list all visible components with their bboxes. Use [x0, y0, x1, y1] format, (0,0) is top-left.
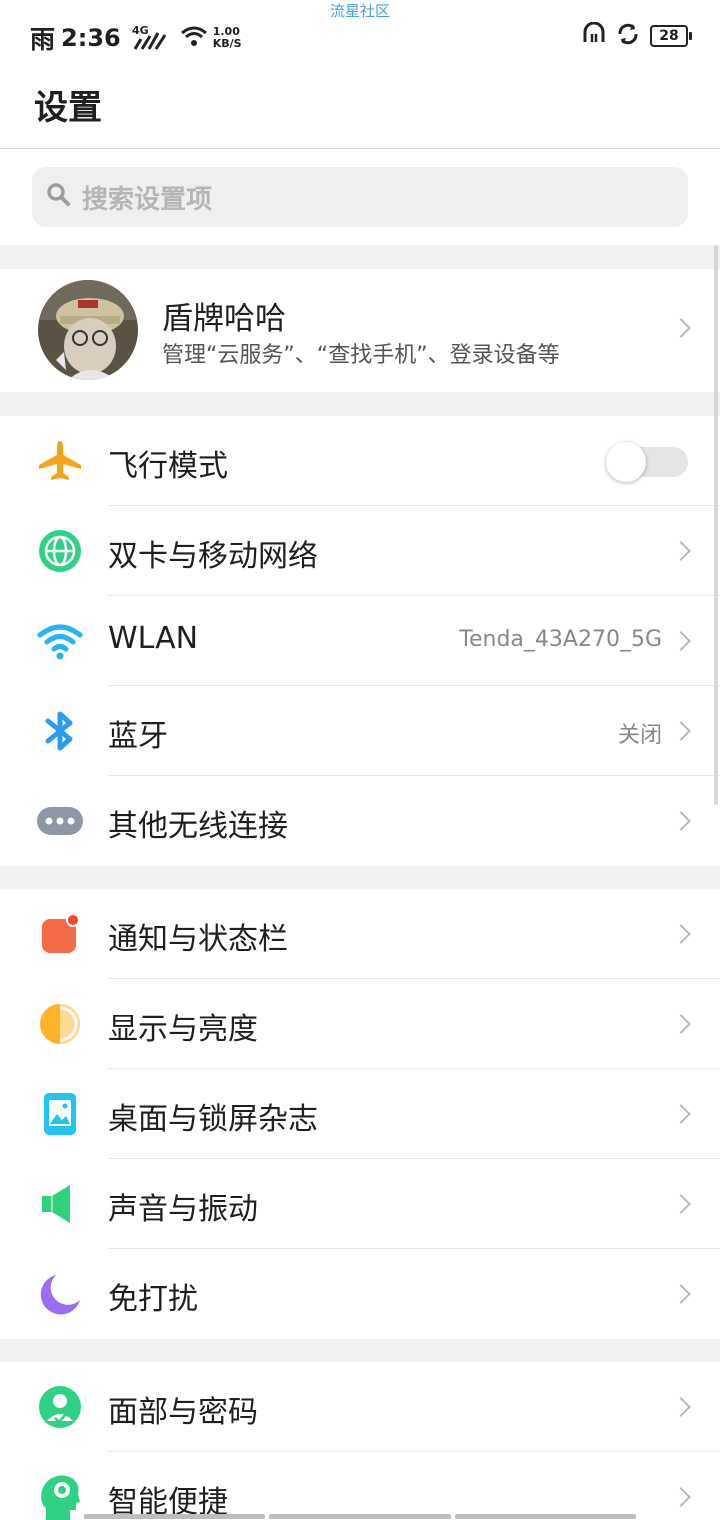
search-input[interactable]: 搜索设置项	[32, 167, 688, 227]
account-name: 盾牌哈哈	[162, 301, 286, 337]
airplane-mode-toggle[interactable]	[606, 442, 688, 482]
setting-do-not-disturb[interactable]: 免打扰	[0, 1249, 720, 1339]
bluetooth-value: 关闭	[617, 723, 662, 748]
airplane-icon	[36, 439, 84, 483]
bluetooth-icon	[36, 709, 84, 753]
wifi-status-icon	[179, 24, 209, 52]
chevron-right-icon	[671, 721, 691, 741]
smart-assist-icon	[36, 1475, 84, 1520]
network-type: 4G	[132, 24, 149, 37]
setting-sound-vibration[interactable]: 声音与振动	[0, 1159, 720, 1249]
setting-display-brightness[interactable]: 显示与亮度	[0, 979, 720, 1069]
wifi-icon	[36, 619, 84, 663]
chevron-right-icon	[671, 318, 691, 338]
setting-notifications[interactable]: 通知与状态栏	[0, 889, 720, 979]
signal-icon: 4G	[131, 23, 171, 53]
clock: 2:36	[61, 24, 121, 52]
chevron-right-icon	[671, 1284, 691, 1304]
notification-icon	[36, 912, 84, 956]
setting-airplane-mode[interactable]: 飞行模式	[0, 416, 720, 506]
brightness-icon	[36, 1002, 84, 1046]
setting-bluetooth[interactable]: 蓝牙 关闭	[0, 686, 720, 776]
account-card[interactable]: 盾牌哈哈 管理“云服务”、“查找手机”、登录设备等	[0, 269, 720, 392]
hd-icon	[582, 21, 606, 50]
search-section: 搜索设置项	[0, 149, 720, 245]
chevron-right-icon	[671, 1397, 691, 1417]
search-icon	[46, 182, 72, 212]
moon-icon	[36, 1272, 84, 1316]
title-bar: 设置	[0, 70, 720, 149]
chevron-right-icon	[671, 1194, 691, 1214]
scrollbar[interactable]	[714, 245, 718, 805]
setting-smart-assist[interactable]: 智能便捷	[0, 1452, 720, 1520]
setting-desktop-lockscreen[interactable]: 桌面与锁屏杂志	[0, 1069, 720, 1159]
page-title: 设置	[34, 88, 102, 128]
chevron-right-icon	[671, 631, 691, 651]
chevron-right-icon	[671, 811, 691, 831]
battery-icon: 28	[650, 25, 692, 47]
chevron-right-icon	[671, 1014, 691, 1034]
face-password-icon	[36, 1385, 84, 1429]
globe-icon	[36, 529, 84, 573]
weather-text: 雨	[30, 25, 56, 54]
search-placeholder: 搜索设置项	[82, 184, 213, 215]
sync-icon	[616, 22, 640, 50]
sound-icon	[36, 1182, 84, 1226]
connectivity-group: 飞行模式 双卡与移动网络 WLAN Tenda_43A270_5G 蓝牙 关闭 …	[0, 416, 720, 866]
chevron-right-icon	[671, 541, 691, 561]
security-group: 面部与密码 智能便捷	[0, 1362, 720, 1520]
display-group: 通知与状态栏 显示与亮度 桌面与锁屏杂志 声音与振动 免打扰	[0, 889, 720, 1339]
avatar[interactable]	[38, 280, 138, 380]
wallpaper-icon	[36, 1092, 84, 1136]
chevron-right-icon	[671, 1487, 691, 1507]
setting-other-wireless[interactable]: 其他无线连接	[0, 776, 720, 866]
setting-wlan[interactable]: WLAN Tenda_43A270_5G	[0, 596, 720, 686]
setting-dual-sim-network[interactable]: 双卡与移动网络	[0, 506, 720, 596]
setting-face-password[interactable]: 面部与密码	[0, 1362, 720, 1452]
account-subtitle: 管理“云服务”、“查找手机”、登录设备等	[162, 343, 560, 368]
wlan-value: Tenda_43A270_5G	[459, 627, 662, 652]
network-speed: 1.00 KB/S	[212, 25, 242, 50]
chevron-right-icon	[671, 1104, 691, 1124]
gesture-bar[interactable]	[84, 1514, 636, 1519]
watermark: 流星社区	[329, 2, 390, 20]
more-connections-icon	[36, 799, 84, 843]
status-bar: 流星社区 雨 2:36 4G 1.00 KB/S 28	[0, 0, 720, 70]
chevron-right-icon	[671, 924, 691, 944]
